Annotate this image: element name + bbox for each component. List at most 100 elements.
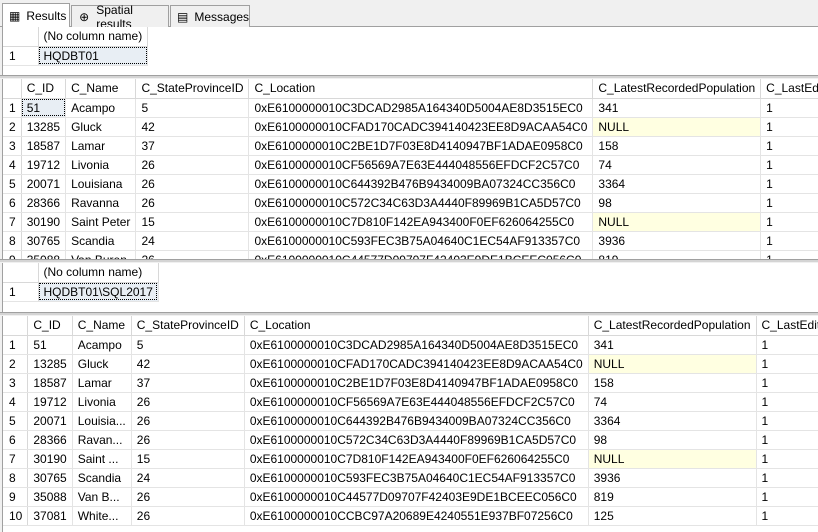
table-cell[interactable]: Lamar [65, 136, 137, 156]
table-cell[interactable]: 28366 [21, 193, 67, 213]
table-cell[interactable]: Acampo [65, 98, 137, 118]
table-cell[interactable]: 341 [588, 335, 757, 355]
table-cell[interactable]: 13285 [21, 117, 67, 137]
table-cell[interactable]: White... [72, 506, 132, 526]
table-cell[interactable]: Scandia [72, 468, 132, 488]
table-cell[interactable]: 0xE6100000010C44577D09707F42403E9DE1BCEE… [244, 487, 589, 507]
table-cell[interactable]: 1 [756, 411, 818, 431]
table-cell[interactable]: 26 [135, 174, 250, 194]
table-cell[interactable]: 3936 [588, 468, 757, 488]
column-header[interactable]: C_LatestRecordedPopulation [592, 79, 762, 99]
row-number[interactable]: 6 [3, 430, 29, 450]
table-cell[interactable]: 37 [135, 136, 250, 156]
table-cell[interactable]: 0xE6100000010C572C34C63D3A4440F89969B1CA… [244, 430, 589, 450]
table-cell[interactable]: 20071 [27, 411, 73, 431]
table-cell[interactable]: 37081 [27, 506, 73, 526]
table-cell[interactable]: 30765 [21, 231, 67, 251]
table-cell[interactable]: 1 [760, 98, 818, 118]
table-cell[interactable]: 0xE6100000010CF56569A7E63E444048556EFDCF… [248, 155, 594, 175]
table-cell[interactable]: NULL [592, 117, 762, 137]
table-cell[interactable]: 0xE6100000010C2BE1D7F03E8D4140947BF1ADAE… [244, 373, 589, 393]
table-cell[interactable]: 1 [756, 487, 818, 507]
table-cell[interactable]: Lamar [72, 373, 132, 393]
table-cell[interactable]: 125 [588, 506, 757, 526]
table-cell[interactable]: Ravan... [72, 430, 132, 450]
row-number[interactable]: 3 [3, 373, 29, 393]
row-number[interactable]: 1 [3, 335, 29, 355]
table-cell[interactable]: NULL [588, 354, 757, 374]
table-cell[interactable]: Livonia [72, 392, 132, 412]
row-number[interactable]: 3 [3, 136, 22, 156]
row-number[interactable]: 5 [3, 411, 29, 431]
table-cell[interactable]: Louisia... [72, 411, 132, 431]
table-cell[interactable]: Scandia [65, 231, 137, 251]
table-cell[interactable]: 1 [760, 174, 818, 194]
table-cell[interactable]: NULL [588, 449, 757, 469]
row-number[interactable]: 5 [3, 174, 22, 194]
table-cell[interactable]: 26 [131, 392, 245, 412]
column-header[interactable]: C_LastEditedBy [756, 316, 818, 336]
table-cell[interactable]: 26 [131, 487, 245, 507]
table-cell[interactable]: 0xE6100000010C593FEC3B75A04640C1EC54AF91… [244, 468, 589, 488]
table-cell[interactable]: Saint ... [72, 449, 132, 469]
table-cell[interactable]: 74 [588, 392, 757, 412]
tab-messages[interactable]: ▤ Messages [170, 5, 250, 27]
table-cell[interactable]: 158 [592, 136, 762, 156]
table-cell[interactable]: 74 [592, 155, 762, 175]
table-cell[interactable]: 3936 [592, 231, 762, 251]
table-cell[interactable]: 19712 [27, 392, 73, 412]
table-cell[interactable]: 3364 [592, 174, 762, 194]
results-grid-1[interactable]: C_ID C_Name C_StateProvinceID C_Location C_L… [2, 79, 818, 261]
table-cell[interactable]: Ravanna [65, 193, 137, 213]
table-cell[interactable]: 51 [27, 335, 73, 355]
table-cell[interactable]: 0xE6100000010C7D810F142EA943400F0EF62606… [248, 212, 594, 232]
table-cell[interactable]: 1 [756, 449, 818, 469]
column-header[interactable]: C_StateProvinceID [135, 79, 250, 99]
table-cell[interactable]: 1 [756, 506, 818, 526]
table-cell[interactable]: 5 [131, 335, 245, 355]
column-header[interactable]: C_LatestRecordedPopulation [588, 316, 757, 336]
splitter[interactable] [0, 312, 818, 315]
table-cell[interactable]: 1 [760, 231, 818, 251]
table-cell[interactable]: 1 [760, 155, 818, 175]
table-cell[interactable]: Van B... [72, 487, 132, 507]
table-cell[interactable]: 1 [756, 468, 818, 488]
table-cell[interactable]: 26 [135, 155, 250, 175]
table-cell[interactable]: 18587 [21, 136, 67, 156]
table-cell[interactable]: 26 [135, 193, 250, 213]
column-header[interactable]: C_Location [248, 79, 594, 99]
splitter[interactable] [0, 75, 818, 78]
table-cell[interactable]: 5 [135, 98, 250, 118]
table-cell[interactable]: Livonia [65, 155, 137, 175]
row-number[interactable]: 4 [3, 392, 29, 412]
table-cell[interactable]: 19712 [21, 155, 67, 175]
column-header[interactable]: C_Name [65, 79, 137, 99]
table-cell[interactable]: 0xE6100000010C7D810F142EA943400F0EF62606… [244, 449, 589, 469]
table-cell[interactable]: 0xE6100000010C644392B476B9434009BA07324C… [248, 174, 594, 194]
row-number[interactable]: 1 [3, 46, 39, 66]
table-cell[interactable]: 0xE6100000010C644392B476B9434009BA07324C… [244, 411, 589, 431]
table-cell[interactable]: 0xE6100000010CF56569A7E63E444048556EFDCF… [244, 392, 589, 412]
table-cell[interactable]: 26 [131, 430, 245, 450]
table-cell[interactable]: 15 [131, 449, 245, 469]
column-header[interactable]: C_Name [72, 316, 132, 336]
table-cell[interactable]: 1 [760, 136, 818, 156]
table-cell[interactable]: 37 [131, 373, 245, 393]
column-header[interactable]: C_ID [27, 316, 73, 336]
table-cell[interactable]: 0xE6100000010C3DCAD2985A164340D5004AE8D3… [248, 98, 594, 118]
table-cell[interactable]: 30190 [27, 449, 73, 469]
table-cell[interactable]: 26 [131, 506, 245, 526]
server-name-cell[interactable]: HQDBT01\SQL2017 [38, 282, 159, 302]
row-number[interactable]: 6 [3, 193, 22, 213]
column-header[interactable]: C_ID [21, 79, 67, 99]
table-cell[interactable]: 0xE6100000010CCBC97A20689E4240551E937BF0… [244, 506, 589, 526]
table-cell[interactable]: 1 [760, 193, 818, 213]
table-cell[interactable]: 0xE6100000010CFAD170CADC394140423EE8D9AC… [244, 354, 589, 374]
row-number[interactable]: 4 [3, 155, 22, 175]
table-cell[interactable]: 1 [760, 117, 818, 137]
column-header[interactable]: (No column name) [38, 27, 149, 47]
row-number[interactable]: 2 [3, 117, 22, 137]
table-cell[interactable]: 341 [592, 98, 762, 118]
splitter[interactable] [0, 259, 818, 262]
table-cell[interactable]: 20071 [21, 174, 67, 194]
